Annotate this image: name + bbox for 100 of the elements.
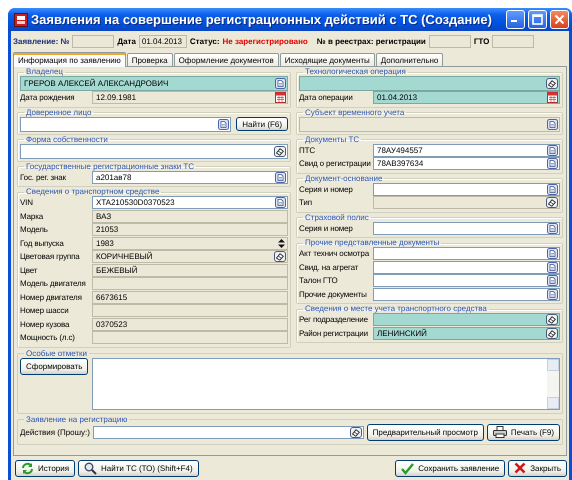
field-label: Акт технич осмотра [299,249,370,258]
text-field[interactable]: 78АВ397634 [373,157,560,170]
scrollbar[interactable] [547,358,559,408]
field-label: Цвет [20,266,38,275]
tab[interactable]: Оформление документов [174,53,279,66]
refresh-icon [21,462,34,474]
text-field[interactable] [373,182,560,196]
text-field[interactable] [299,76,560,91]
dropdown-button[interactable] [546,314,558,326]
group-title: Документ-основание [304,174,384,182]
field-label: Тип [299,198,313,208]
calendar-button[interactable] [547,92,558,104]
group-title: Субъект временного учета [304,108,406,116]
field-label: Рег подразделение [299,315,369,324]
field-label: Год выпуска [20,238,65,248]
print-button[interactable]: Печать (F9) [486,424,560,440]
document-button[interactable] [547,288,558,300]
field-label: Талон ГТО [299,276,339,286]
text-field[interactable] [373,288,560,301]
generate-button[interactable]: Сформировать [20,358,88,374]
dropdown-button[interactable] [546,78,558,89]
document-button[interactable] [547,158,558,170]
close-icon [514,462,526,474]
find-button[interactable]: Найти (F6) [236,117,288,131]
group-title: Документы ТС [304,136,360,144]
form-caption: Заявление: № [13,36,70,46]
group-title: Государственные регистрационные знаки ТС [25,162,196,170]
text-field[interactable] [373,274,560,288]
text-field[interactable] [373,313,560,326]
field-label: Действия (Прошу:) [20,428,90,436]
field-label: Модель [20,225,49,234]
field-label: Цветовая группа [20,252,81,262]
text-field[interactable] [373,222,560,235]
group-title: Прочие представленные документы [304,239,440,247]
field-label: Свид о регистрации [299,159,371,168]
document-button[interactable] [218,118,230,130]
tab[interactable]: Исходящие документы [280,53,375,66]
field-label: Прочие документы [299,290,368,299]
text-field[interactable]: 78АУ494557 [373,144,560,157]
close-button[interactable]: Закрыть [508,460,567,476]
field-label: ПТС [299,146,316,155]
tab[interactable]: Дополнительно [376,53,444,66]
document-button[interactable] [547,184,558,195]
document-button[interactable] [547,248,558,260]
field-label: Дата операции [299,93,354,102]
tab[interactable]: Информация по заявлению [13,52,126,67]
field-label: Номер двигателя [20,292,83,302]
group-title: Особые отметки [25,350,88,358]
save-button[interactable]: Сохранить заявление [395,460,506,476]
text-field[interactable] [92,426,364,438]
header-field [72,34,114,48]
maximize-icon [532,14,543,25]
app-icon [14,12,28,26]
document-button[interactable] [275,78,286,89]
text-field[interactable] [20,144,288,158]
header-label: ГТО [474,36,490,46]
close-icon [554,14,565,25]
status-text: Не зарегистрировано [222,36,308,46]
field-label: Район регистрации [299,328,369,338]
document-button[interactable] [547,262,558,273]
field-label: Марка [20,212,44,221]
document-button[interactable] [547,144,558,156]
field-label: Гос. рег. знак [20,172,67,182]
group-title: Сведения о транспортном средстве [25,188,160,196]
minimize-button[interactable] [506,10,525,29]
text-field[interactable] [373,247,560,260]
text-field[interactable]: ЛЕНИНСКИЙ [373,326,560,340]
history-button[interactable]: История [15,460,76,476]
group-title: Сведения о месте учета транспортного средства [304,305,488,313]
group-title: Владелец [25,68,64,76]
document-button[interactable] [275,197,286,208]
document-button[interactable] [547,275,558,286]
group-title: Технологическая операция [304,68,407,76]
header-field: 01.04.2013 [138,34,187,48]
dropdown-button[interactable] [546,328,558,339]
find-button[interactable]: Найти ТС (ТО) (Shift+F4) [78,460,199,476]
document-button[interactable] [547,222,558,234]
group-title: Страховой полис [304,214,370,222]
header-label: Статус: [190,36,220,46]
text-field[interactable]: XTA210530D0370523 [92,196,288,210]
maximize-button[interactable] [528,10,547,29]
field-label: Серия и номер [299,184,354,194]
dropdown-button[interactable] [350,426,362,438]
close-button[interactable] [550,10,569,29]
header-field [428,34,471,48]
text-field[interactable] [20,116,232,132]
preview-button[interactable]: Предварительный просмотр [366,424,484,440]
field-label: Номер кузова [20,320,70,329]
text-area[interactable] [92,358,560,410]
header-label: Дата [117,36,136,46]
document-button[interactable] [275,172,286,183]
text-field[interactable]: 01.04.2013 [373,91,560,104]
dropdown-button[interactable] [274,146,286,156]
field-label: Свид. на агрегат [299,262,360,272]
text-field[interactable] [373,260,560,274]
tab[interactable]: Проверка [126,53,173,66]
group-title: Заявление на регистрацию [25,416,128,424]
text-field[interactable]: ГРЕРОВ АЛЕКСЕЙ АЛЕКСАНДРОВИЧ [20,76,288,91]
text-field[interactable]: а201ав78 [92,170,288,184]
header-field [492,34,534,48]
